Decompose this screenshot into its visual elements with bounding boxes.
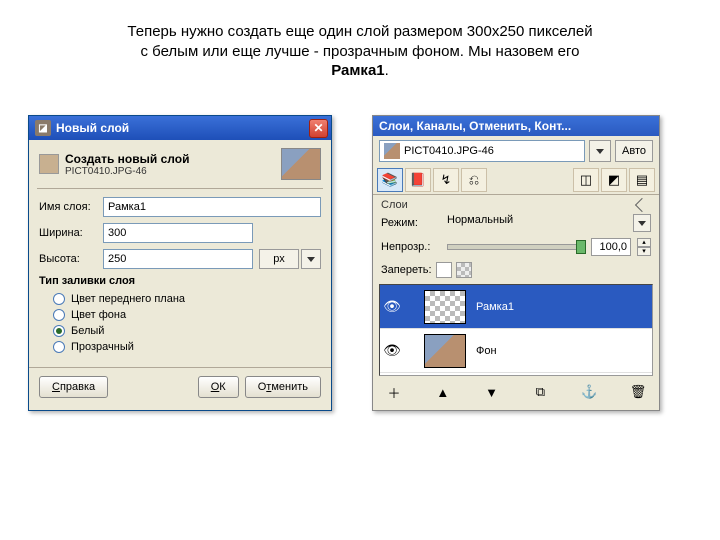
radio-transparent[interactable]: Прозрачный — [39, 339, 321, 355]
lock-pixels-checkbox[interactable] — [436, 262, 452, 278]
auto-button[interactable]: Авто — [615, 140, 653, 162]
lock-label: Запереть: — [381, 264, 432, 276]
dialog-titlebar[interactable]: ◪ Новый слой ✕ — [29, 116, 331, 140]
duplicate-layer-button[interactable]: ⧉ — [529, 382, 551, 402]
width-row: Ширина: — [39, 223, 321, 243]
tab-paths-icon[interactable]: ↯ — [433, 168, 459, 192]
layers-panel: Слои, Каналы, Отменить, Конт... PICT0410… — [372, 115, 660, 411]
layer-actions: ＋ ▲ ▼ ⧉ ⚓ 🗑 — [373, 376, 659, 410]
image-selector-dropdown[interactable] — [589, 140, 611, 162]
mode-label: Режим: — [381, 217, 441, 229]
help-button[interactable]: Справка — [39, 376, 108, 398]
layer-list: 👁 Рамка1 👁 Фон — [379, 284, 653, 376]
ok-button[interactable]: ОК — [198, 376, 239, 398]
raise-layer-button[interactable]: ▲ — [432, 382, 454, 402]
fill-section-title: Тип заливки слоя — [39, 275, 321, 287]
visibility-toggle[interactable]: 👁 — [380, 298, 404, 315]
instruction-line1: Теперь нужно создать еще один слой разме… — [127, 23, 592, 40]
mode-dropdown-button[interactable] — [633, 214, 651, 232]
radio-foreground[interactable]: Цвет переднего плана — [39, 291, 321, 307]
visibility-toggle[interactable]: 👁 — [380, 342, 404, 359]
lower-layer-button[interactable]: ▼ — [481, 382, 503, 402]
dialog-heading: Создать новый слой — [65, 152, 275, 166]
name-label: Имя слоя: — [39, 201, 97, 213]
layer-name[interactable]: Фон — [466, 345, 497, 357]
height-row: Высота: px — [39, 249, 321, 269]
layer-name-input[interactable] — [103, 197, 321, 217]
anchor-layer-button[interactable]: ⚓ — [578, 382, 600, 402]
image-selector[interactable]: PICT0410.JPG-46 — [379, 140, 585, 162]
dialog-title: Новый слой — [56, 121, 129, 135]
opacity-slider[interactable] — [447, 244, 585, 250]
combo-value: PICT0410.JPG-46 — [404, 145, 494, 157]
instruction-suffix: . — [385, 62, 389, 79]
radio-white[interactable]: Белый — [39, 323, 321, 339]
dialog-subheading: PICT0410.JPG-46 — [65, 166, 275, 177]
tab-layers-icon[interactable]: 📚 — [377, 168, 403, 192]
app-icon: ◪ — [35, 120, 51, 136]
tab-channels-icon[interactable]: 📕 — [405, 168, 431, 192]
radio-background[interactable]: Цвет фона — [39, 307, 321, 323]
new-layer-dialog: ◪ Новый слой ✕ Создать новый слой PICT04… — [28, 115, 332, 411]
width-label: Ширина: — [39, 227, 97, 239]
layer-thumbnail — [424, 334, 466, 368]
tab-menu-button[interactable] — [635, 198, 649, 212]
name-row: Имя слоя: — [39, 197, 321, 217]
layer-item-background[interactable]: 👁 Фон — [380, 329, 652, 373]
instruction-layer-name: Рамка1 — [331, 62, 384, 79]
height-input[interactable] — [103, 249, 253, 269]
panel-title[interactable]: Слои, Каналы, Отменить, Конт... — [373, 116, 659, 136]
close-button[interactable]: ✕ — [309, 119, 328, 138]
opacity-label: Непрозр.: — [381, 241, 441, 253]
layers-tab-label: Слои — [381, 199, 408, 211]
layer-icon — [39, 154, 59, 174]
opacity-steppers[interactable]: ▴▾ — [637, 238, 651, 256]
tab-brush-icon[interactable]: ◩ — [601, 168, 627, 192]
width-input[interactable] — [103, 223, 253, 243]
opacity-value[interactable]: 100,0 — [591, 238, 631, 256]
height-label: Высота: — [39, 253, 97, 265]
dialog-header: Создать новый слой PICT0410.JPG-46 — [29, 140, 331, 186]
layer-thumbnail — [424, 290, 466, 324]
layer-name[interactable]: Рамка1 — [466, 301, 514, 313]
instruction-text: Теперь нужно создать еще один слой разме… — [40, 22, 680, 81]
unit-dropdown-button[interactable] — [301, 249, 321, 269]
combo-thumbnail-icon — [384, 143, 400, 159]
unit-select[interactable]: px — [259, 249, 299, 269]
mode-select[interactable]: Нормальный — [447, 214, 627, 232]
image-thumbnail — [281, 148, 321, 180]
dock-tabs: 📚 📕 ↯ ⎌ ◫ ◩ ▤ — [373, 166, 659, 195]
new-layer-button[interactable]: ＋ — [383, 382, 405, 402]
lock-alpha-icon[interactable] — [456, 262, 472, 278]
tab-undo-icon[interactable]: ⎌ — [461, 168, 487, 192]
tab-gradient-icon[interactable]: ▤ — [629, 168, 655, 192]
instruction-line2: с белым или еще лучше - прозрачным фоном… — [140, 43, 579, 60]
delete-layer-button[interactable]: 🗑 — [627, 382, 649, 402]
layer-item-ramka1[interactable]: 👁 Рамка1 — [380, 285, 652, 329]
tab-selection-icon[interactable]: ◫ — [573, 168, 599, 192]
cancel-button[interactable]: Отменить — [245, 376, 321, 398]
